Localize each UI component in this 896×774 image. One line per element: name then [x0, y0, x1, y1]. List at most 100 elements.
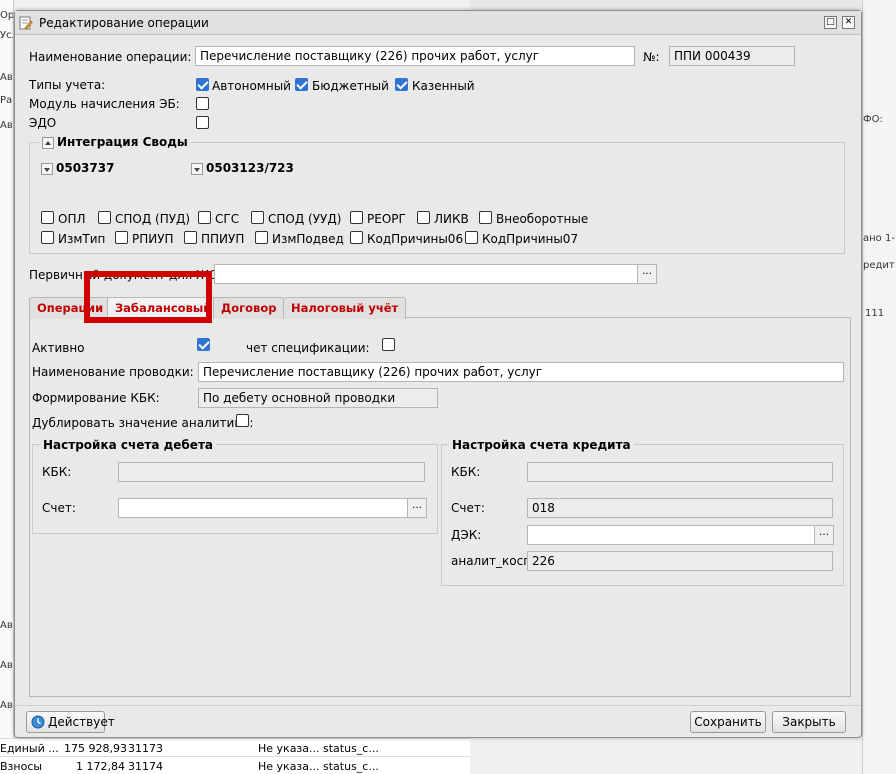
budget-checkbox[interactable] — [295, 78, 308, 91]
group-0503737[interactable]: 0503737 — [41, 161, 114, 175]
credit-kosgu-field[interactable]: 226 — [527, 551, 833, 571]
bg-cell: Усл — [0, 30, 13, 41]
debit-kbk-field[interactable] — [118, 462, 425, 482]
account-types-label: Типы учета: — [29, 78, 106, 92]
active-label: Активно — [32, 341, 85, 355]
number-field[interactable]: ППИ 000439 — [669, 46, 795, 66]
duplicate-analytics-checkbox[interactable] — [236, 414, 249, 427]
bg-fo-label: ФО: — [863, 114, 883, 125]
dialog-titlebar[interactable]: Редактирование операции □ ✕ — [15, 11, 861, 35]
izmtip-checkbox[interactable] — [41, 231, 54, 244]
status-clock-icon — [31, 715, 45, 729]
offbalance-panel: Активно чет спецификации: Наименование п… — [29, 319, 851, 697]
table-row[interactable]: Единый ... 175 928,93 31173 Не указа... … — [0, 738, 470, 756]
module-eb-checkbox[interactable] — [196, 97, 209, 110]
save-button[interactable]: Сохранить — [690, 711, 766, 733]
debit-legend: Настройка счета дебета — [40, 438, 216, 452]
sgs-checkbox[interactable] — [198, 211, 211, 224]
bg-cell: Ав — [0, 120, 13, 131]
credit-dek-label: ДЭК: — [451, 528, 482, 542]
credit-kbk-field[interactable] — [527, 462, 833, 482]
primary-doc-label: Первичный документ для ЖО: — [29, 268, 223, 282]
treasury-label: Казенный — [412, 79, 475, 93]
collapse-up-icon[interactable] — [42, 136, 54, 149]
background-right-panel: ФО: ано 1-1 редит 111 — [862, 0, 896, 774]
tab-contract[interactable]: Договор — [213, 297, 285, 319]
close-icon[interactable]: ✕ — [842, 16, 855, 29]
active-checkbox[interactable] — [197, 338, 210, 351]
background-table: Единый ... 175 928,93 31173 Не указа... … — [0, 738, 470, 774]
kodprichiny06-checkbox[interactable] — [350, 231, 363, 244]
bg-num-label: 111 — [865, 308, 885, 319]
bg-cell: Ор — [0, 10, 14, 21]
group-0503123[interactable]: 0503123/723 — [191, 161, 294, 175]
likv-checkbox[interactable] — [417, 211, 430, 224]
integration-title: Интеграция Своды — [57, 135, 188, 149]
operation-name-label: Наименование операции: — [29, 50, 192, 64]
bg-kredit-label: редит — [863, 260, 895, 271]
opl-label: ОПЛ — [58, 212, 86, 226]
credit-account-label: Счет: — [451, 501, 485, 515]
debit-account-label: Счет: — [42, 501, 76, 515]
izmpodved-checkbox[interactable] — [255, 231, 268, 244]
debit-account-browse-button[interactable]: … — [407, 498, 427, 518]
vneoborotnye-checkbox[interactable] — [479, 211, 492, 224]
edo-checkbox[interactable] — [196, 116, 209, 129]
background-left-grid: Ор Усл Ава Ра Ав Ава Авс Ава — [0, 0, 14, 774]
credit-dek-browse-button[interactable]: … — [814, 525, 834, 545]
ppiup-checkbox[interactable] — [184, 231, 197, 244]
izmtip-label: ИзмТип — [58, 232, 106, 246]
vneoborotnye-label: Внеоборотные — [496, 212, 589, 226]
bg-cell: Ава — [0, 620, 13, 631]
expand-down-icon[interactable] — [191, 162, 203, 175]
dialog-footer: Действует Сохранить Закрыть — [15, 705, 861, 738]
kbk-form-field[interactable]: По дебету основной проводки — [198, 388, 438, 408]
specification-checkbox[interactable] — [382, 338, 395, 351]
spod-uud-checkbox[interactable] — [251, 211, 264, 224]
debit-kbk-label: КБК: — [42, 465, 72, 479]
debit-fieldset — [32, 444, 438, 534]
kbk-form-label: Формирование КБК: — [32, 391, 160, 405]
kodprichiny07-label: КодПричины07 — [482, 232, 579, 246]
reorg-label: РЕОРГ — [367, 212, 406, 226]
spod-uud-label: СПОД (УУД) — [268, 212, 342, 226]
edit-operation-dialog: Редактирование операции □ ✕ Наименование… — [14, 10, 862, 738]
autonomous-checkbox[interactable] — [196, 78, 209, 91]
kodprichiny06-label: КодПричины06 — [367, 232, 464, 246]
credit-dek-input[interactable] — [527, 525, 815, 545]
opl-checkbox[interactable] — [41, 211, 54, 224]
posting-name-label: Наименование проводки: — [32, 365, 194, 379]
primary-doc-input[interactable] — [214, 264, 638, 284]
expand-down-icon[interactable] — [41, 162, 53, 175]
credit-account-field[interactable]: 018 — [527, 498, 833, 518]
tab-offbalance[interactable]: Забалансовый — [107, 297, 220, 320]
maximize-button[interactable]: □ — [824, 16, 837, 29]
integration-legend[interactable]: Интеграция Своды — [39, 135, 191, 149]
specification-label: чет спецификации: — [246, 341, 370, 355]
close-button[interactable]: Закрыть — [772, 711, 846, 733]
status-active-button[interactable]: Действует — [26, 711, 115, 733]
dialog-title: Редактирование операции — [39, 16, 209, 30]
treasury-checkbox[interactable] — [395, 78, 408, 91]
rpiup-checkbox[interactable] — [115, 231, 128, 244]
spod-pud-label: СПОД (ПУД) — [115, 212, 191, 226]
tab-strip: Операции Забалансовый Договор Налоговый … — [29, 294, 851, 320]
tab-tax-accounting[interactable]: Налоговый учёт — [283, 297, 407, 319]
debit-account-input[interactable] — [118, 498, 408, 518]
posting-name-input[interactable]: Перечисление поставщику (226) прочих раб… — [198, 362, 844, 382]
duplicate-analytics-label: Дублировать значение аналитики: — [32, 416, 254, 430]
rpiup-label: РПИУП — [132, 232, 174, 246]
sgs-label: СГС — [215, 212, 240, 226]
reorg-checkbox[interactable] — [350, 211, 363, 224]
autonomous-label: Автономный — [212, 79, 291, 93]
spod-pud-checkbox[interactable] — [98, 211, 111, 224]
primary-doc-browse-button[interactable]: … — [637, 264, 657, 284]
bg-cell: Ава — [0, 700, 13, 711]
module-eb-label: Модуль начисления ЭБ: — [29, 97, 180, 111]
operation-name-input[interactable]: Перечисление поставщику (226) прочих раб… — [195, 46, 635, 66]
bg-cell: Ава — [0, 72, 13, 83]
tab-operations[interactable]: Операции — [29, 297, 112, 319]
table-row[interactable]: Взносы 1 172,84 31174 Не указа... status… — [0, 756, 470, 774]
edo-label: ЭДО — [29, 116, 57, 130]
kodprichiny07-checkbox[interactable] — [465, 231, 478, 244]
